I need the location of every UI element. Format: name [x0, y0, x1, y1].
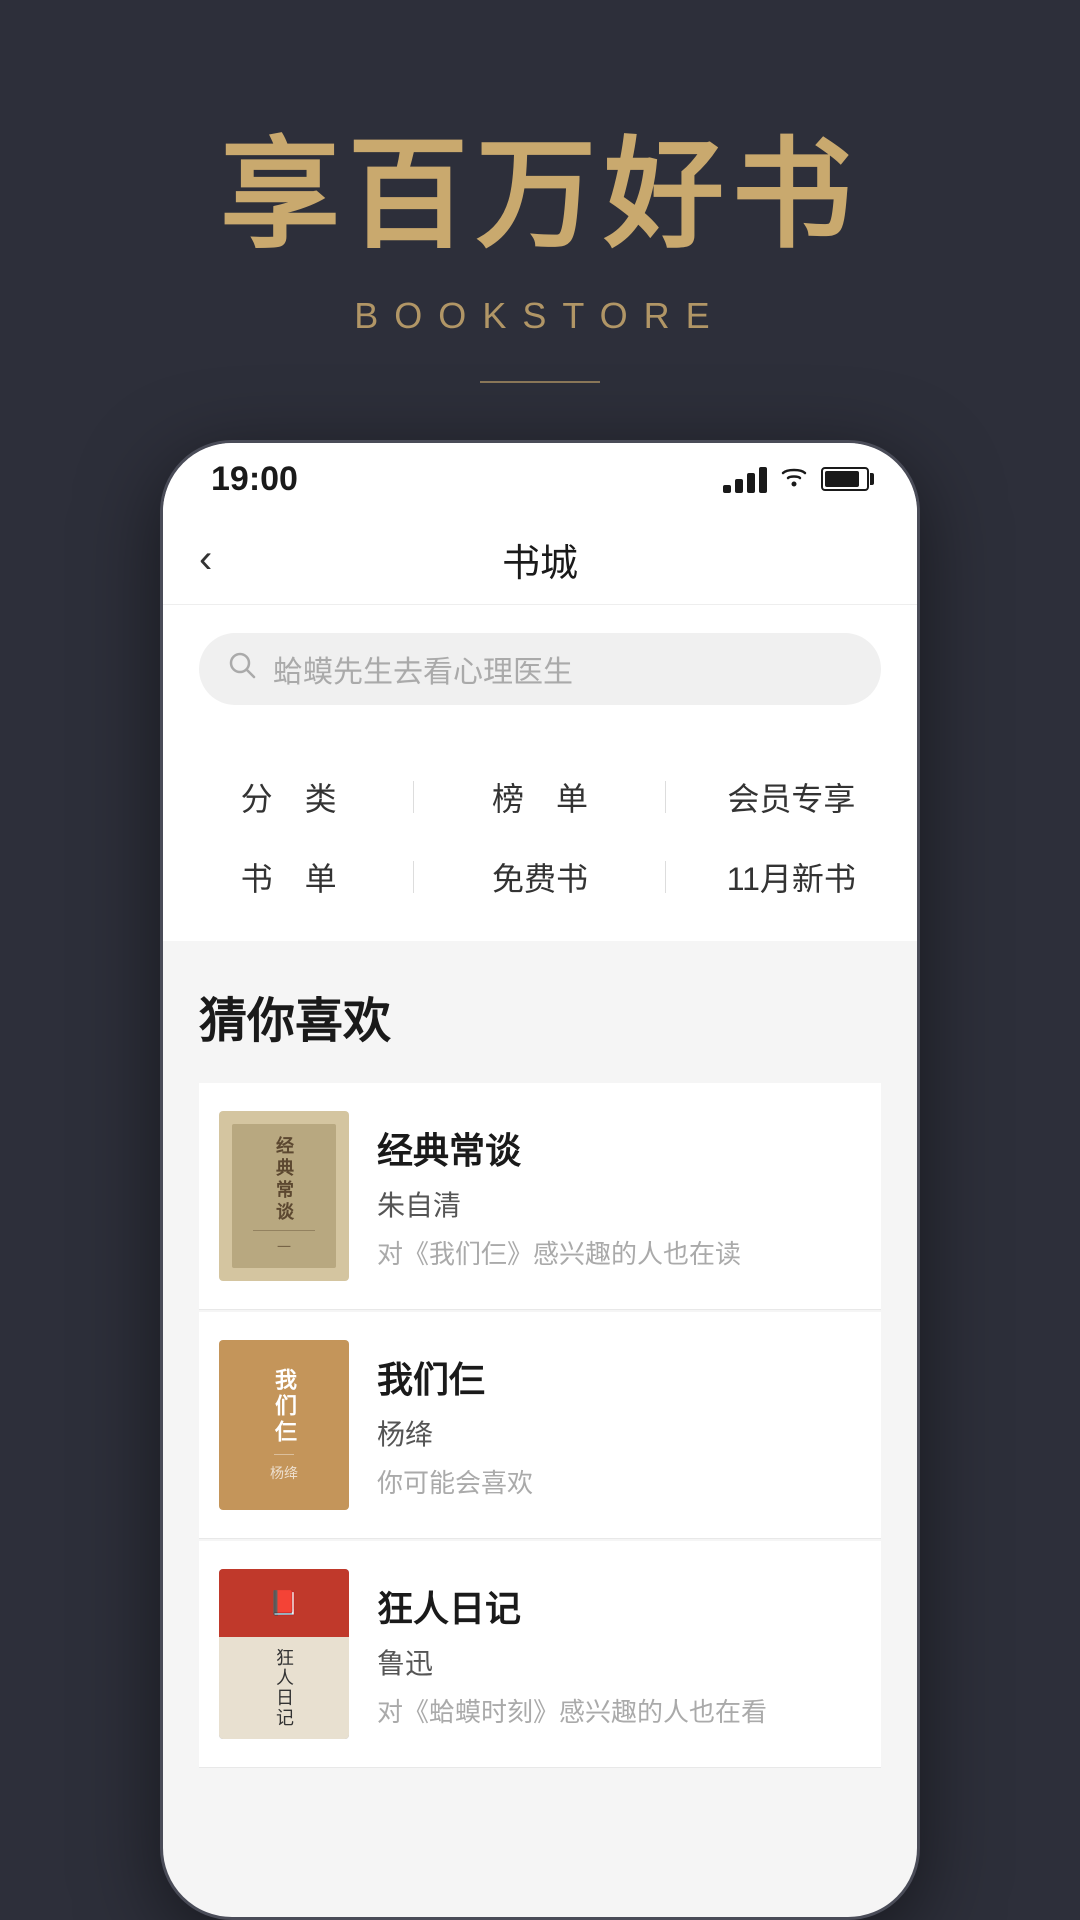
nav-bar: ‹ 书城 [163, 515, 917, 605]
category-bangdan[interactable]: 榜 单 [414, 774, 665, 820]
book-desc-3: 对《蛤蟆时刻》感兴趣的人也在看 [377, 1692, 861, 1729]
book-item-1[interactable]: 经典常谈 一 经典常谈 朱自清 对《我们仨》感兴趣的人也在读 [199, 1083, 881, 1310]
status-bar: 19:00 [163, 443, 917, 515]
book-list: 经典常谈 一 经典常谈 朱自清 对《我们仨》感兴趣的人也在读 我们仨 [199, 1083, 881, 1770]
book-title-2: 我们仨 [377, 1351, 861, 1403]
book-info-1: 经典常谈 朱自清 对《我们仨》感兴趣的人也在读 [377, 1122, 861, 1271]
cover-inner-1: 经典常谈 一 [232, 1124, 336, 1269]
nav-title: 书城 [502, 532, 578, 587]
search-bar[interactable]: 蛤蟆先生去看心理医生 [199, 633, 881, 705]
search-icon [227, 650, 257, 688]
signal-bar-2 [735, 479, 743, 493]
wifi-icon [779, 463, 809, 495]
book-desc-1: 对《我们仨》感兴趣的人也在读 [377, 1234, 861, 1271]
subtitle: BOOKSTORE [354, 295, 725, 337]
category-fenglei[interactable]: 分 类 [163, 774, 414, 820]
category-bangdan-label: 榜 单 [492, 774, 588, 820]
signal-bar-1 [723, 485, 731, 493]
cover-3-top: 📕 [219, 1569, 349, 1637]
signal-bar-4 [759, 467, 767, 493]
category-row-2: 书 单 免费书 11月新书 [163, 837, 917, 917]
category-shudan[interactable]: 书 单 [163, 854, 414, 900]
category-free[interactable]: 免费书 [414, 854, 665, 900]
battery-fill [825, 471, 859, 487]
category-fenglei-label: 分 类 [241, 774, 337, 820]
section-title: 猜你喜欢 [199, 981, 881, 1051]
category-shudan-label: 书 单 [241, 854, 337, 900]
book-info-3: 狂人日记 鲁迅 对《蛤蟆时刻》感兴趣的人也在看 [377, 1580, 861, 1729]
cover-text-2: 我们仨 [268, 1368, 300, 1446]
back-button[interactable]: ‹ [199, 537, 212, 582]
status-icons [723, 463, 869, 495]
signal-icon [723, 465, 767, 493]
category-member[interactable]: 会员专享 [666, 774, 917, 820]
book-item-3[interactable]: 📕 狂人日记 狂人日记 鲁迅 对《蛤蟆时刻》感兴趣的人也在看 [199, 1541, 881, 1768]
book-item-2[interactable]: 我们仨 杨绛 我们仨 杨绛 你可能会喜欢 [199, 1312, 881, 1539]
category-newbooks-label: 11月新书 [727, 854, 856, 900]
phone-mockup: 19:00 ‹ 书城 [160, 440, 920, 1920]
category-menu: 分 类 榜 单 会员专享 书 单 免费书 11月新书 [163, 733, 917, 941]
book-info-2: 我们仨 杨绛 你可能会喜欢 [377, 1351, 861, 1500]
search-placeholder: 蛤蟆先生去看心理医生 [273, 647, 573, 691]
recommendations-section: 猜你喜欢 经典常谈 一 经典常谈 朱自清 对《我们仨》感兴趣的人也在读 [163, 941, 917, 1810]
category-free-label: 免费书 [492, 854, 588, 900]
book-desc-2: 你可能会喜欢 [377, 1463, 861, 1500]
divider [480, 381, 600, 383]
cover-text-3: 狂人日记 [271, 1648, 297, 1728]
book-author-1: 朱自清 [377, 1184, 861, 1224]
category-member-label: 会员专享 [727, 774, 855, 820]
book-author-3: 鲁迅 [377, 1642, 861, 1682]
book-title-1: 经典常谈 [377, 1122, 861, 1174]
status-time: 19:00 [211, 460, 298, 499]
book-cover-3: 📕 狂人日记 [219, 1569, 349, 1739]
category-row-1: 分 类 榜 单 会员专享 [163, 757, 917, 837]
header-section: 享百万好书 BOOKSTORE [0, 0, 1080, 480]
battery-icon [821, 467, 869, 491]
category-newbooks[interactable]: 11月新书 [666, 854, 917, 900]
main-title: 享百万好书 [220, 97, 860, 271]
book-cover-1: 经典常谈 一 [219, 1111, 349, 1281]
book-cover-2: 我们仨 杨绛 [219, 1340, 349, 1510]
book-title-3: 狂人日记 [377, 1580, 861, 1632]
book-author-2: 杨绛 [377, 1413, 861, 1453]
diary-icon: 📕 [269, 1589, 299, 1618]
cover-text-1: 经典常谈 [271, 1136, 297, 1224]
search-container: 蛤蟆先生去看心理医生 [163, 605, 917, 733]
cover-3-bottom: 狂人日记 [219, 1637, 349, 1739]
signal-bar-3 [747, 473, 755, 493]
